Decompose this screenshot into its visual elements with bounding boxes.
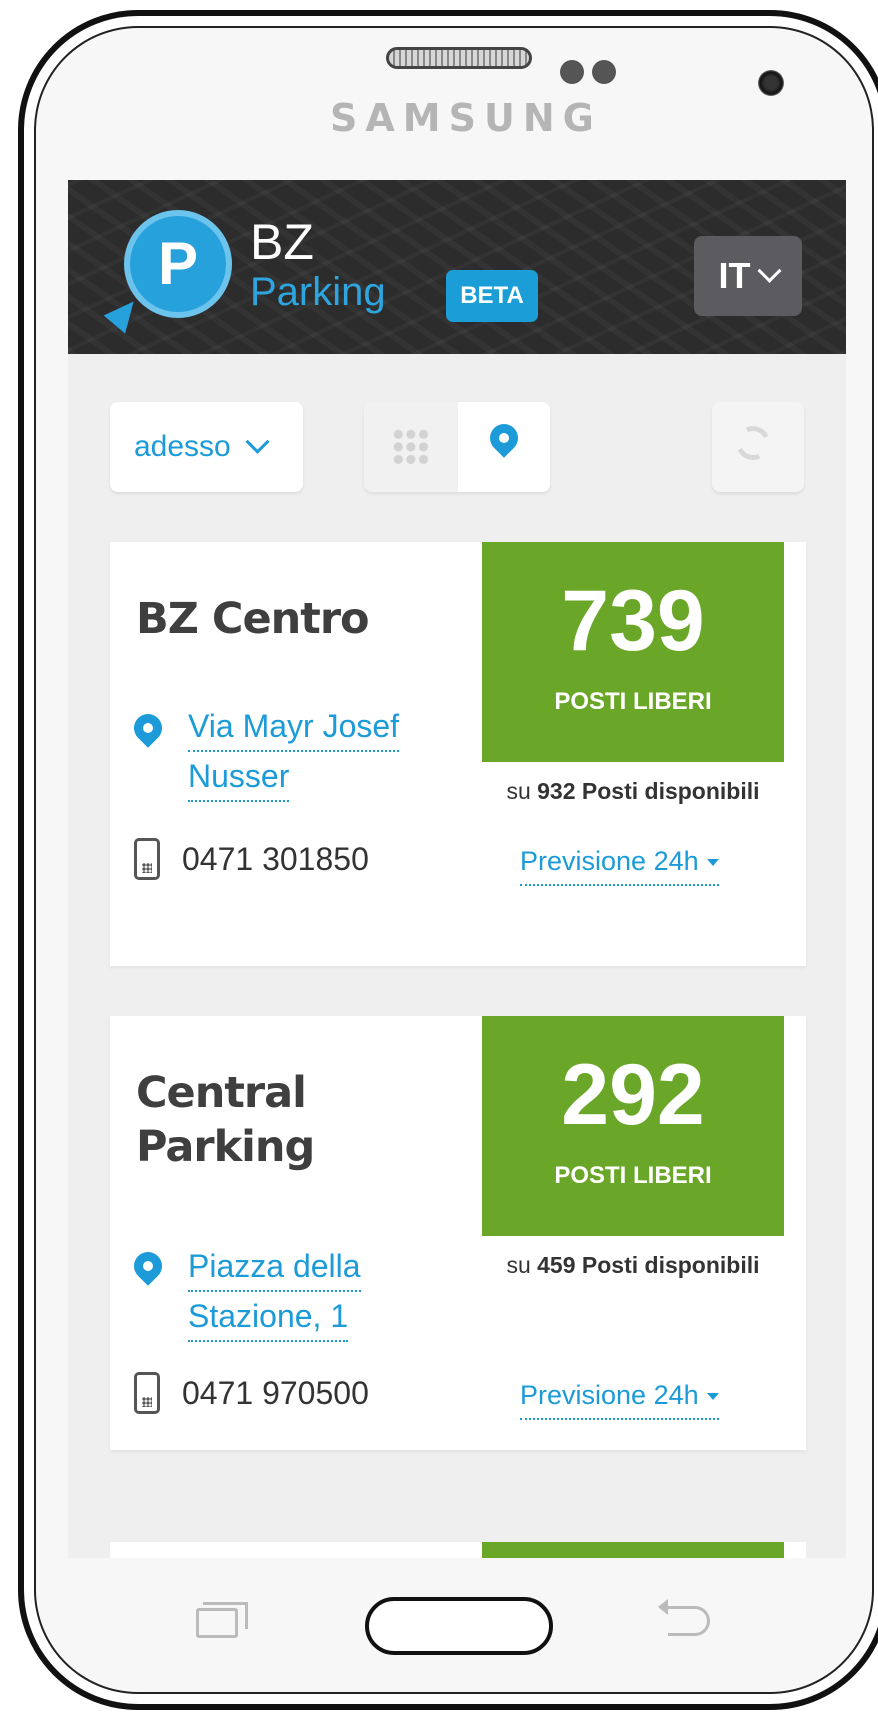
caret-down-icon	[706, 1393, 719, 1401]
map-view-button[interactable]	[458, 402, 550, 492]
grid-icon	[392, 428, 430, 466]
proximity-sensor	[560, 60, 584, 84]
parking-card-partial[interactable]	[110, 1542, 806, 1558]
total-spaces: su 459 Posti disponibili	[482, 1252, 784, 1279]
location-pin-icon	[128, 708, 168, 748]
free-spaces-count: 292	[561, 1047, 705, 1143]
language-selector[interactable]: IT	[694, 236, 802, 316]
total-count: 459	[537, 1252, 576, 1278]
phone-number[interactable]: 0471 970500	[182, 1372, 369, 1414]
phone-icon	[134, 838, 160, 880]
time-filter-label: adesso	[134, 430, 231, 463]
free-spaces-box: 739 POSTI LIBERI	[482, 542, 784, 762]
address-link[interactable]: Via Mayr Josef	[188, 708, 400, 752]
phone-icon	[134, 1372, 160, 1414]
free-spaces-box: 292 POSTI LIBERI	[482, 1016, 784, 1236]
free-spaces-box	[482, 1542, 784, 1558]
parking-name-line: Parking	[136, 1122, 315, 1172]
address-link[interactable]: Stazione, 1	[188, 1298, 349, 1342]
logo-title: BZ	[250, 214, 314, 270]
chevron-down-icon	[756, 258, 782, 283]
logo-arrow-icon	[103, 292, 145, 334]
forecast-label: Previsione 24h	[520, 1380, 699, 1410]
logo-letter: P	[157, 230, 199, 297]
parking-name: BZ Centro	[136, 592, 466, 646]
logo-subtitle: Parking	[250, 270, 386, 314]
recent-apps-icon[interactable]	[196, 1602, 248, 1638]
free-spaces-label: POSTI LIBERI	[554, 1162, 712, 1189]
total-prefix: su	[506, 1252, 531, 1278]
total-suffix: Posti disponibili	[581, 778, 760, 804]
view-toggle	[364, 402, 550, 492]
chevron-down-icon	[245, 429, 270, 454]
phone-number[interactable]: 0471 301850	[182, 838, 369, 880]
forecast-label: Previsione 24h	[520, 846, 699, 876]
app-header: P BZ Parking BETA IT	[68, 180, 846, 354]
free-spaces-label: POSTI LIBERI	[554, 688, 712, 715]
parking-name: Central Parking	[136, 1066, 466, 1174]
forecast-toggle[interactable]: Previsione 24h	[520, 844, 719, 886]
forecast-toggle[interactable]: Previsione 24h	[520, 1378, 719, 1420]
back-icon[interactable]	[658, 1599, 710, 1636]
parking-card[interactable]: BZ Centro 739 POSTI LIBERI su 932 Posti …	[110, 542, 806, 966]
device-brand: SAMSUNG	[330, 96, 602, 140]
beta-badge: BETA	[446, 270, 538, 322]
earpiece-speaker	[386, 47, 532, 69]
grid-view-button[interactable]	[364, 402, 459, 492]
total-suffix: Posti disponibili	[581, 1252, 760, 1278]
home-button[interactable]	[365, 1597, 553, 1655]
free-spaces-count: 739	[561, 573, 705, 669]
parking-name-line: Central	[136, 1068, 307, 1118]
language-label: IT	[718, 255, 751, 296]
address-link[interactable]: Piazza della	[188, 1248, 361, 1292]
light-sensor	[592, 60, 616, 84]
address-link[interactable]: Nusser	[188, 758, 290, 802]
total-count: 932	[537, 778, 576, 804]
parking-card[interactable]: Central Parking 292 POSTI LIBERI su 459 …	[110, 1016, 806, 1450]
front-camera-icon	[758, 70, 784, 96]
refresh-button[interactable]	[712, 402, 804, 492]
parking-name-line: BZ Centro	[136, 594, 370, 644]
map-pin-icon	[484, 418, 524, 458]
total-prefix: su	[506, 778, 531, 804]
location-pin-icon	[128, 1246, 168, 1286]
total-spaces: su 932 Posti disponibili	[482, 778, 784, 805]
app-screen: P BZ Parking BETA IT adesso BZ Centro 73…	[68, 180, 846, 1558]
time-filter-dropdown[interactable]: adesso	[110, 402, 303, 492]
caret-down-icon	[706, 859, 719, 867]
refresh-icon	[731, 421, 775, 465]
